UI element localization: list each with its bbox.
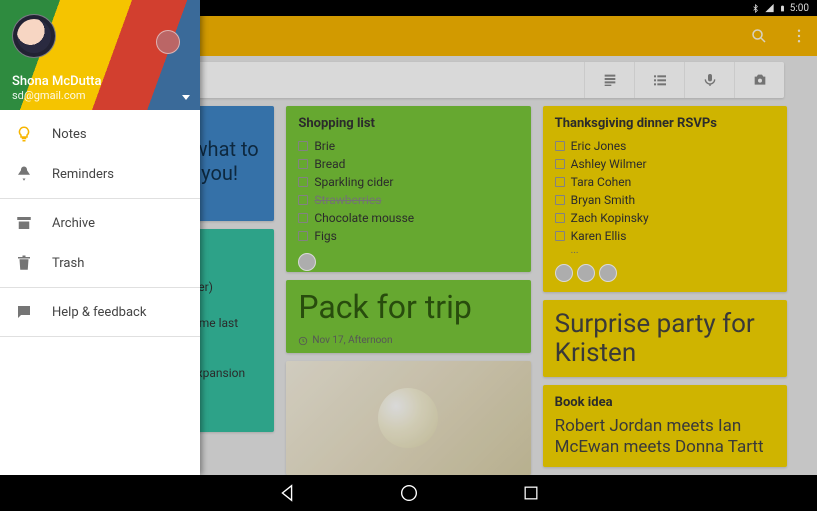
- android-nav-bar: [0, 475, 817, 511]
- navigation-drawer: Shona McDutta sd@gmail.com Notes Reminde…: [0, 0, 200, 475]
- recents-button[interactable]: [520, 482, 542, 504]
- home-button[interactable]: [398, 482, 420, 504]
- lightbulb-icon: [14, 124, 34, 144]
- alt-account-avatar[interactable]: [156, 30, 180, 54]
- archive-icon: [14, 213, 34, 233]
- feedback-icon: [14, 302, 34, 322]
- drawer-item-help[interactable]: Help & feedback: [0, 292, 200, 332]
- drawer-divider: [0, 336, 200, 337]
- user-email: sd@gmail.com: [12, 89, 188, 102]
- reminder-icon: [14, 164, 34, 184]
- drawer-item-label: Trash: [52, 256, 84, 271]
- drawer-list: Notes Reminders Archive Trash Help & fee…: [0, 110, 200, 341]
- drawer-item-notes[interactable]: Notes: [0, 114, 200, 154]
- back-button[interactable]: [276, 482, 298, 504]
- drawer-item-label: Notes: [52, 127, 87, 142]
- drawer-divider: [0, 198, 200, 199]
- drawer-item-trash[interactable]: Trash: [0, 243, 200, 283]
- trash-icon: [14, 253, 34, 273]
- drawer-item-label: Help & feedback: [52, 305, 146, 320]
- drawer-header[interactable]: Shona McDutta sd@gmail.com: [0, 0, 200, 110]
- drawer-item-label: Reminders: [52, 167, 114, 182]
- drawer-item-reminders[interactable]: Reminders: [0, 154, 200, 194]
- user-name: Shona McDutta: [12, 74, 188, 89]
- drawer-item-archive[interactable]: Archive: [0, 203, 200, 243]
- drawer-divider: [0, 287, 200, 288]
- user-avatar[interactable]: [12, 14, 56, 58]
- drawer-item-label: Archive: [52, 216, 95, 231]
- account-dropdown-icon[interactable]: [182, 95, 190, 100]
